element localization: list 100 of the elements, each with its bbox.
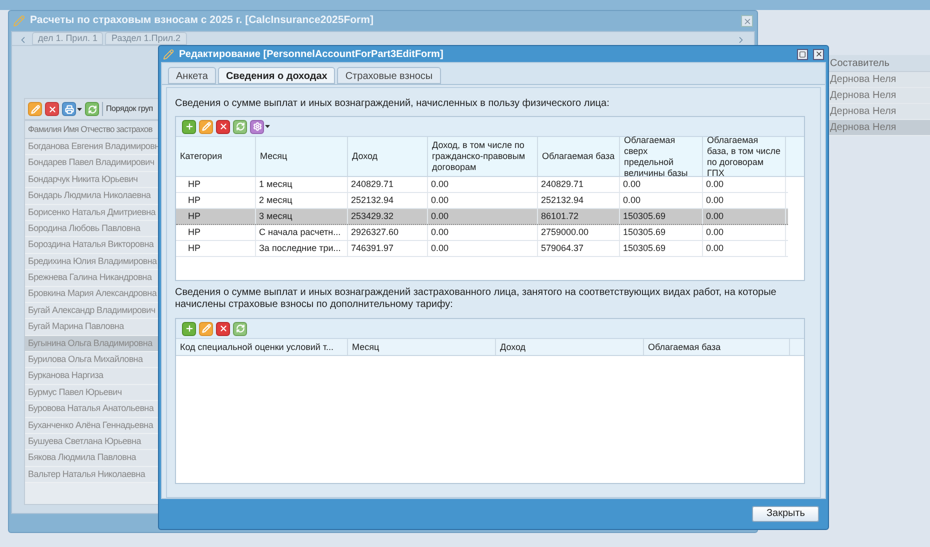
table-row[interactable]: НР 3 месяц 253429.32 0.00 86101.72 150305.69 0.00 bbox=[176, 209, 788, 225]
maximize-button[interactable] bbox=[797, 48, 808, 60]
close-button[interactable] bbox=[813, 48, 824, 60]
column-header[interactable]: Категория bbox=[176, 137, 256, 176]
table-cell: 0.00 bbox=[620, 177, 703, 192]
table-cell-text: Бугай Марина Павловна bbox=[27, 320, 126, 334]
settings-icon[interactable] bbox=[250, 120, 264, 134]
tab[interactable]: Сведения о доходах bbox=[218, 67, 336, 84]
table-cell-text: Богданова Евгения Владимировн bbox=[27, 140, 160, 153]
section-label: Сведения о сумме выплат и иных вознаграждений, начисленных в пользу физического лица: bbox=[175, 97, 610, 111]
table-cell: 579064.37 bbox=[538, 241, 620, 256]
close-icon bbox=[814, 50, 822, 58]
refresh-icon[interactable] bbox=[233, 120, 247, 134]
table-cell: 86101.72 bbox=[538, 209, 620, 224]
table-cell: За последние три... bbox=[256, 241, 348, 256]
table-cell: 2926327.60 bbox=[348, 225, 428, 240]
table-cell: НР bbox=[176, 241, 256, 256]
table-cell-text: Буровова Наталья Анатольевна bbox=[27, 402, 155, 416]
table-cell-text: Бондарь Людмила Николаевна bbox=[27, 189, 152, 202]
table-cell: Дернова Неля bbox=[826, 120, 930, 136]
table-cell-text: Бурмус Павел Юрьевич bbox=[27, 386, 123, 399]
table-row[interactable]: НР С начала расчетн... 2926327.60 0.00 2759000.00 150305.69 0.00 bbox=[176, 225, 788, 241]
column-header[interactable]: Облагаемая база, в том числе по договорам ГПХ bbox=[703, 137, 786, 176]
column-header[interactable]: Облагаемая база bbox=[644, 339, 790, 355]
table-cell: Дернова Неля bbox=[826, 72, 930, 88]
table-cell: 0.00 bbox=[703, 209, 786, 224]
table-cell: 0.00 bbox=[620, 193, 703, 208]
table-cell-text: Борисенко Наталья Дмитриевна bbox=[27, 206, 157, 219]
column-header[interactable]: Месяц bbox=[256, 137, 348, 176]
delete-icon[interactable] bbox=[45, 102, 59, 116]
close-dialog-button[interactable]: Закрыть bbox=[752, 506, 819, 522]
table-cell: 2 месяц bbox=[256, 193, 348, 208]
table-cell-text: Бредихина Юлия Владимировна bbox=[27, 254, 158, 268]
table-cell: 240829.71 bbox=[348, 177, 428, 192]
section-label: Сведения о сумме выплат и иных вознаграждений застрахованного лица, занятого на соответствующих видах работ, на которые начислены страховые взносы по дополнительному тарифу: bbox=[175, 287, 778, 311]
close-icon bbox=[742, 16, 752, 26]
edit-icon bbox=[163, 48, 174, 60]
table-row[interactable]: НР 1 месяц 240829.71 0.00 240829.71 0.00 0.00 bbox=[176, 177, 788, 193]
tab[interactable]: Анкета bbox=[168, 67, 216, 84]
table-cell-text: Бондарчук Никита Юрьевич bbox=[27, 172, 139, 186]
table-cell: НР bbox=[176, 209, 256, 224]
table-cell-text: Бородина Любовь Павловна bbox=[27, 222, 142, 235]
add-icon[interactable] bbox=[182, 120, 196, 134]
table-cell: 0.00 bbox=[703, 241, 786, 256]
table-cell: 0.00 bbox=[428, 177, 538, 192]
table-cell: 0.00 bbox=[428, 241, 538, 256]
column-header[interactable]: Облагаемая сверх предельной величины базы bbox=[620, 137, 703, 176]
table-cell-text: Бровкина Мария Александровна bbox=[27, 287, 158, 300]
table-cell-text: Бушуева Светлана Юрьевна bbox=[27, 434, 142, 448]
edit-icon[interactable] bbox=[199, 120, 213, 134]
table-cell: 150305.69 bbox=[620, 241, 703, 256]
table-cell-text: Бурилова Ольга Михайловна bbox=[27, 353, 144, 366]
delete-icon[interactable] bbox=[216, 322, 230, 336]
caret-icon[interactable] bbox=[77, 108, 82, 110]
table-cell: Дернова Неля bbox=[826, 104, 930, 120]
delete-icon[interactable] bbox=[216, 120, 230, 134]
table-cell: 150305.69 bbox=[620, 209, 703, 224]
edit-icon[interactable] bbox=[199, 322, 213, 336]
table-row[interactable]: НР За последние три... 746391.97 0.00 579064.37 150305.69 0.00 bbox=[176, 241, 788, 257]
table-cell: 252132.94 bbox=[348, 193, 428, 208]
column-header[interactable]: Облагаемая база bbox=[538, 137, 620, 176]
table-cell: 746391.97 bbox=[348, 241, 428, 256]
table-cell: 0.00 bbox=[703, 193, 786, 208]
group-order-label[interactable]: Порядок груп bbox=[106, 103, 153, 115]
table-cell-text: Вальтер Наталья Николаевна bbox=[27, 468, 146, 481]
table-cell: НР bbox=[176, 225, 256, 240]
table-cell-text: Бугай Александр Владимирович bbox=[27, 304, 156, 317]
column-header[interactable]: Доход bbox=[496, 339, 644, 355]
edit-icon[interactable] bbox=[28, 102, 42, 116]
column-header[interactable]: Месяц bbox=[348, 339, 496, 355]
add-icon[interactable] bbox=[182, 322, 196, 336]
column-header[interactable]: Код специальной оценки условий т... bbox=[176, 339, 348, 355]
column-header[interactable]: Доход bbox=[348, 137, 428, 176]
table-cell-text: Бугынина Ольга Владимировна bbox=[27, 336, 154, 350]
table-cell: 0.00 bbox=[428, 193, 538, 208]
table-cell-text: Бурканова Наргиза bbox=[27, 369, 104, 382]
caret-icon[interactable] bbox=[265, 125, 270, 128]
table-cell: С начала расчетн... bbox=[256, 225, 348, 240]
table-cell: НР bbox=[176, 193, 256, 208]
refresh-icon[interactable] bbox=[233, 322, 247, 336]
table-cell-text: Брежнева Галина Никандровна bbox=[27, 271, 153, 284]
table-cell: 0.00 bbox=[428, 209, 538, 224]
column-header[interactable]: Доход, в том числе по гражданско-правовым договорам bbox=[428, 137, 538, 176]
edit-icon bbox=[13, 15, 25, 27]
table-cell-text: Бякова Людмила Павловна bbox=[27, 451, 138, 464]
printer-icon[interactable] bbox=[62, 102, 76, 116]
column-header[interactable]: Составитель bbox=[826, 55, 930, 72]
table-row[interactable]: НР 2 месяц 252132.94 0.00 252132.94 0.00 0.00 bbox=[176, 193, 788, 209]
maximize-icon bbox=[799, 50, 806, 58]
tab[interactable]: Страховые взносы bbox=[337, 67, 441, 84]
table-cell: 150305.69 bbox=[620, 225, 703, 240]
window-title: Расчеты по страховым взносам с 2025 г. [CalcInsurance2025Form] bbox=[30, 13, 374, 28]
table-cell: Дернова Неля bbox=[826, 88, 930, 104]
table-cell: НР bbox=[176, 177, 256, 192]
table-cell: 0.00 bbox=[703, 225, 786, 240]
table-cell: 252132.94 bbox=[538, 193, 620, 208]
table-cell: 2759000.00 bbox=[538, 225, 620, 240]
table-cell: 1 месяц bbox=[256, 177, 348, 192]
table-cell-text: Бороздина Наталья Викторовна bbox=[27, 238, 155, 252]
window-title: Редактирование [PersonnelAccountForPart3EditForm] bbox=[179, 48, 444, 62]
